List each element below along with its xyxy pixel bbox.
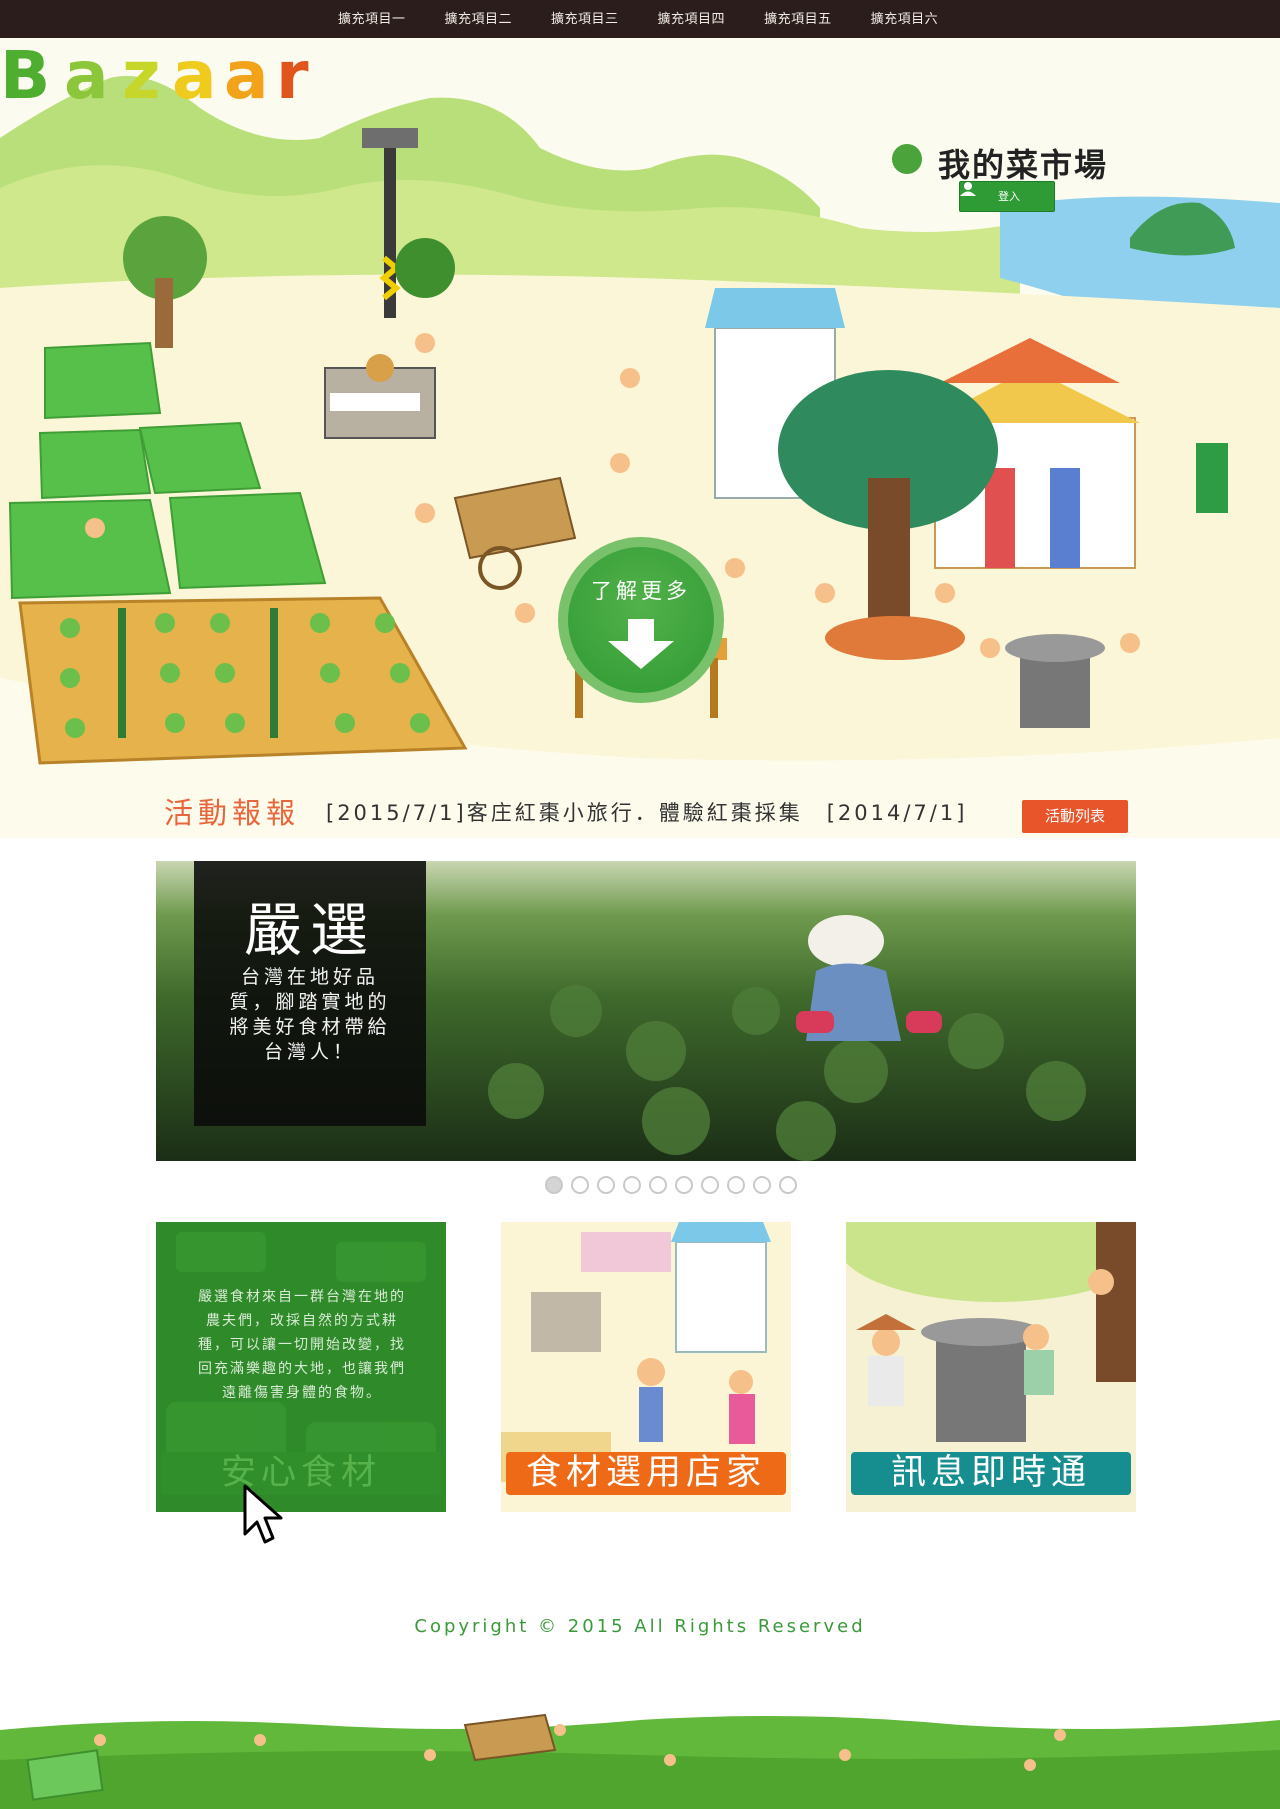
svg-text:a: a bbox=[172, 38, 217, 114]
nav-item-1[interactable]: 擴充項目一 bbox=[338, 0, 406, 38]
vendor-avatar-icon bbox=[892, 144, 922, 174]
slider-dot-1[interactable] bbox=[545, 1176, 563, 1194]
login-button[interactable]: 登入 bbox=[959, 181, 1055, 212]
slider-dot-6[interactable] bbox=[675, 1176, 693, 1194]
news-ticker[interactable]: [2015/7/1]客庄紅棗小旅行．體驗紅棗採集 [2014/7/1] bbox=[326, 793, 967, 833]
nav-item-6[interactable]: 擴充項目六 bbox=[871, 0, 939, 38]
top-nav: 擴充項目一 擴充項目二 擴充項目三 擴充項目四 擴充項目五 擴充項目六 bbox=[338, 0, 977, 38]
card-stores[interactable]: 食材選用店家 bbox=[501, 1222, 791, 1512]
hero-illustration: B a z a a r 我的菜市場 登入 了解更多 bbox=[0, 38, 1280, 838]
news-title: 活動報報 bbox=[164, 796, 301, 830]
card-news[interactable]: 訊息即時通 bbox=[846, 1222, 1136, 1512]
arrow-down-icon bbox=[608, 619, 674, 669]
learn-more-button[interactable]: 了解更多 bbox=[558, 537, 724, 703]
top-nav-bar: 擴充項目一 擴充項目二 擴充項目三 擴充項目四 擴充項目五 擴充項目六 bbox=[0, 0, 1280, 38]
card-stores-label: 食材選用店家 bbox=[506, 1452, 786, 1495]
nav-item-3[interactable]: 擴充項目三 bbox=[551, 0, 619, 38]
slider-dot-3[interactable] bbox=[597, 1176, 615, 1194]
svg-text:a: a bbox=[224, 38, 269, 114]
copyright-text: Copyright © 2015 All Rights Reserved bbox=[414, 1616, 866, 1637]
slider-dot-10[interactable] bbox=[779, 1176, 797, 1194]
slide-caption: 嚴選 台灣在地好品質，腳踏實地的將美好食材帶給台灣人！ bbox=[194, 861, 426, 1126]
slider-dot-8[interactable] bbox=[727, 1176, 745, 1194]
slider-dot-2[interactable] bbox=[571, 1176, 589, 1194]
svg-text:B: B bbox=[0, 38, 63, 114]
card-safe-food-text: 嚴選食材來自一群台灣在地的農夫們，改採自然的方式耕種，可以讓一切開始改變，找回充… bbox=[198, 1289, 406, 1401]
slide-caption-title: 嚴選 bbox=[243, 896, 376, 964]
nav-item-5[interactable]: 擴充項目五 bbox=[764, 0, 832, 38]
slider-dot-7[interactable] bbox=[701, 1176, 719, 1194]
mouse-cursor-icon bbox=[243, 1484, 283, 1544]
slide-caption-text: 台灣在地好品質，腳踏實地的將美好食材帶給台灣人！ bbox=[229, 966, 391, 1063]
svg-text:z: z bbox=[122, 38, 160, 114]
learn-more-label: 了解更多 bbox=[591, 579, 691, 603]
card-safe-food[interactable]: 嚴選食材來自一群台灣在地的農夫們，改採自然的方式耕種，可以讓一切開始改變，找回充… bbox=[156, 1222, 446, 1512]
svg-text:a: a bbox=[64, 38, 109, 114]
nav-item-2[interactable]: 擴充項目二 bbox=[445, 0, 513, 38]
card-safe-food-label: 安心食材 bbox=[161, 1452, 441, 1495]
svg-text:r: r bbox=[276, 38, 309, 114]
slider-dots bbox=[545, 1176, 805, 1194]
nav-item-4[interactable]: 擴充項目四 bbox=[658, 0, 726, 38]
brand-subtitle-row: 我的菜市場 bbox=[892, 140, 1122, 184]
event-list-button[interactable]: 活動列表 bbox=[1022, 800, 1128, 833]
slider-dot-5[interactable] bbox=[649, 1176, 667, 1194]
featured-slider[interactable]: 嚴選 台灣在地好品質，腳踏實地的將美好食材帶給台灣人！ bbox=[156, 861, 1136, 1161]
brand-subtitle: 我的菜市場 bbox=[938, 146, 1109, 184]
login-label: 登入 bbox=[998, 190, 1020, 203]
bazaar-logo[interactable]: B a z a a r bbox=[0, 38, 320, 118]
slider-dot-9[interactable] bbox=[753, 1176, 771, 1194]
footer-grass-illustration bbox=[0, 1713, 1280, 1809]
slider-dot-4[interactable] bbox=[623, 1176, 641, 1194]
news-bar: 活動報報 [2015/7/1]客庄紅棗小旅行．體驗紅棗採集 [2014/7/1]… bbox=[164, 793, 1128, 833]
card-news-label: 訊息即時通 bbox=[851, 1452, 1131, 1495]
